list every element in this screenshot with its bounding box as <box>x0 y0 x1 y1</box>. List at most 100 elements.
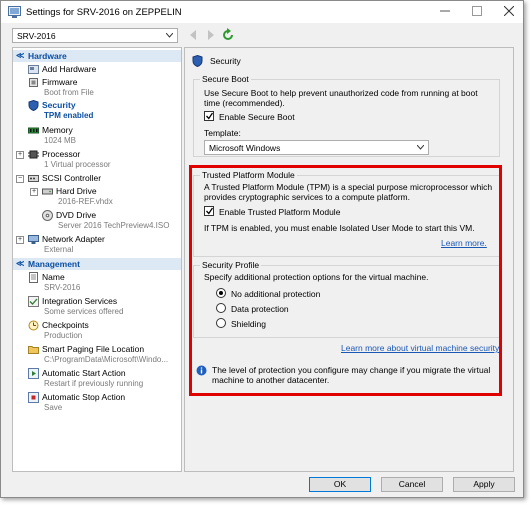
settings-window: Settings for SRV-2016 on ZEPPELIN SRV-20… <box>0 0 524 498</box>
refresh-icon[interactable] <box>221 28 235 42</box>
hardware-section-header[interactable]: ≪ Hardware <box>13 50 181 62</box>
tree-item-sub: Save <box>44 403 63 412</box>
maximize-icon <box>472 6 482 17</box>
tree-item-label: Security <box>42 100 76 110</box>
tree-item-smart-paging[interactable]: Smart Paging File Location C:\ProgramDat… <box>13 344 181 366</box>
chevron-down-icon <box>417 145 424 150</box>
tree-item-label: DVD Drive <box>56 210 97 220</box>
forward-arrow-icon[interactable] <box>203 28 217 42</box>
tree-item-sub: 1 Virtual processor <box>44 160 111 169</box>
tree-item-add-hardware[interactable]: Add Hardware <box>13 64 181 76</box>
tree-item-name[interactable]: Name SRV-2016 <box>13 272 181 294</box>
name-document-icon <box>29 272 38 283</box>
hardware-header-label: Hardware <box>28 51 67 61</box>
processor-icon <box>28 150 39 159</box>
hard-drive-icon <box>42 188 53 195</box>
tree-item-processor[interactable]: + Processor 1 Virtual processor <box>13 149 181 171</box>
tree-item-label: Memory <box>42 125 73 135</box>
expand-plus-icon[interactable]: + <box>16 151 24 159</box>
integration-services-icon <box>28 296 39 307</box>
vm-selector-dropdown[interactable]: SRV-2016 <box>12 28 178 43</box>
chevron-down-icon <box>166 33 173 38</box>
tree-item-label: Smart Paging File Location <box>42 344 145 354</box>
tree-item-sub: SRV-2016 <box>44 283 81 292</box>
shield-icon <box>192 55 203 67</box>
checkmark-icon <box>206 112 213 120</box>
dvd-disc-icon <box>42 210 53 221</box>
vm-selector-value: SRV-2016 <box>17 31 56 41</box>
automatic-stop-icon <box>28 392 39 403</box>
management-header-label: Management <box>28 259 80 269</box>
expand-plus-icon[interactable]: + <box>16 236 24 244</box>
scsi-controller-icon <box>28 175 39 182</box>
tree-item-dvd-drive[interactable]: DVD Drive Server 2016 TechPreview4.ISO <box>13 210 181 232</box>
tree-item-sub: C:\ProgramData\Microsoft\Windo... <box>44 355 169 364</box>
network-adapter-icon <box>28 235 39 244</box>
template-value: Microsoft Windows <box>209 143 281 153</box>
tree-item-sub: Server 2016 TechPreview4.ISO <box>58 221 170 230</box>
minimize-button[interactable] <box>429 1 461 23</box>
tree-item-memory[interactable]: Memory 1024 MB <box>13 125 181 147</box>
tree-item-automatic-start[interactable]: Automatic Start Action Restart if previo… <box>13 368 181 390</box>
collapse-chevron-icon: ≪ <box>16 51 25 60</box>
add-hardware-icon <box>28 65 39 74</box>
tree-item-label: Add Hardware <box>42 64 97 74</box>
tree-item-sub: External <box>44 245 74 254</box>
enable-secure-boot-label: Enable Secure Boot <box>219 112 295 122</box>
memory-icon <box>28 127 39 134</box>
tree-item-checkpoints[interactable]: Checkpoints Production <box>13 320 181 342</box>
secure-boot-description: Use Secure Boot to help prevent unauthor… <box>204 88 478 108</box>
tree-item-label: Firmware <box>42 77 78 87</box>
title-bar: Settings for SRV-2016 on ZEPPELIN <box>1 1 523 23</box>
collapse-minus-icon[interactable]: − <box>16 175 24 183</box>
tree-item-network-adapter[interactable]: + Network Adapter External <box>13 234 181 256</box>
tree-item-sub: 2016-REF.vhdx <box>58 197 113 206</box>
pane-title: Security <box>210 56 241 66</box>
apply-button[interactable]: Apply <box>453 477 515 492</box>
enable-secure-boot-checkbox[interactable] <box>204 111 214 121</box>
tree-item-label: Automatic Start Action <box>42 368 126 378</box>
expand-plus-icon[interactable]: + <box>30 188 38 196</box>
tree-item-label: Hard Drive <box>56 186 97 196</box>
tree-item-sub: Restart if previously running <box>44 379 144 388</box>
settings-tree: ≪ Hardware Add Hardware Firmware Boot fr… <box>12 47 182 472</box>
close-icon <box>503 6 515 17</box>
tree-item-integration-services[interactable]: Integration Services Some services offer… <box>13 296 181 318</box>
tree-item-label: Network Adapter <box>42 234 105 244</box>
firmware-chip-icon <box>29 78 38 87</box>
tree-item-automatic-stop[interactable]: Automatic Stop Action Save <box>13 392 181 414</box>
tree-item-label: SCSI Controller <box>42 173 102 183</box>
minimize-icon <box>440 10 450 12</box>
tree-item-sub: Some services offered <box>44 307 124 316</box>
maximize-button[interactable] <box>461 1 493 23</box>
collapse-chevron-icon: ≪ <box>16 259 25 268</box>
tree-item-label: Name <box>42 272 65 282</box>
highlight-annotation-box <box>189 165 502 396</box>
secure-boot-group-title: Secure Boot <box>200 74 251 84</box>
tree-item-label: Integration Services <box>42 296 118 306</box>
shield-icon <box>28 100 39 111</box>
ok-button[interactable]: OK <box>309 477 371 492</box>
tree-item-firmware[interactable]: Firmware Boot from File <box>13 77 181 99</box>
automatic-start-icon <box>28 368 39 379</box>
tree-item-label: Automatic Stop Action <box>42 392 126 402</box>
checkpoints-icon <box>28 320 39 331</box>
tree-item-security[interactable]: Security TPM enabled <box>13 100 181 123</box>
tree-item-sub: Production <box>44 331 83 340</box>
settings-app-icon <box>8 6 21 18</box>
template-dropdown[interactable]: Microsoft Windows <box>204 140 429 155</box>
tree-item-sub: Boot from File <box>44 88 94 97</box>
template-label: Template: <box>204 128 241 138</box>
tree-item-hard-drive[interactable]: + Hard Drive 2016-REF.vhdx <box>13 186 181 208</box>
tree-item-label: Processor <box>42 149 81 159</box>
cancel-button[interactable]: Cancel <box>381 477 443 492</box>
close-button[interactable] <box>493 1 525 23</box>
tree-item-sub: 1024 MB <box>44 136 77 145</box>
back-arrow-icon[interactable] <box>187 28 201 42</box>
tree-item-scsi-controller[interactable]: − SCSI Controller <box>13 173 181 185</box>
management-section-header[interactable]: ≪ Management <box>13 258 181 270</box>
folder-icon <box>28 346 39 354</box>
window-title: Settings for SRV-2016 on ZEPPELIN <box>26 7 182 18</box>
tree-item-label: Checkpoints <box>42 320 89 330</box>
tree-item-sub: TPM enabled <box>44 111 94 120</box>
